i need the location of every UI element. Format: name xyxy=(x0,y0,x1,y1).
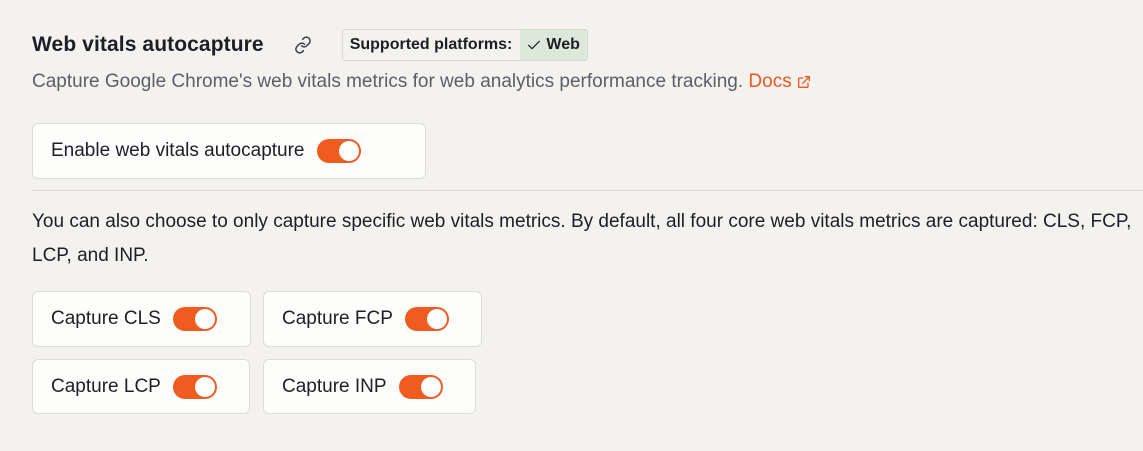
external-link-icon xyxy=(796,74,812,90)
section-divider xyxy=(32,190,1143,191)
metrics-helper-text: You can also choose to only capture spec… xyxy=(32,211,1132,266)
section-description: Capture Google Chrome's web vitals metri… xyxy=(32,71,812,93)
capture-cls-toggle[interactable] xyxy=(172,307,217,331)
section-title: Web vitals autocapture xyxy=(32,33,264,56)
toggle-knob xyxy=(194,376,215,397)
capture-inp-toggle[interactable] xyxy=(398,374,443,399)
capture-cls-card[interactable]: Capture CLS xyxy=(32,291,251,347)
enable-web-vitals-toggle[interactable] xyxy=(316,139,361,163)
docs-link[interactable]: Docs xyxy=(748,71,811,93)
capture-lcp-card[interactable]: Capture LCP xyxy=(32,359,250,414)
enable-web-vitals-label: Enable web vitals autocapture xyxy=(51,140,305,161)
capture-fcp-toggle[interactable] xyxy=(404,307,449,331)
capture-lcp-toggle[interactable] xyxy=(172,374,217,399)
docs-link-label: Docs xyxy=(748,71,792,92)
supported-platforms-label: Supported platforms: xyxy=(342,30,521,60)
toggle-knob xyxy=(420,376,441,397)
capture-fcp-card[interactable]: Capture FCP xyxy=(263,291,482,347)
toggle-knob xyxy=(338,141,359,161)
capture-cls-label: Capture CLS xyxy=(51,308,161,329)
description-text: Capture Google Chrome's web vitals metri… xyxy=(32,71,744,92)
link-icon[interactable] xyxy=(294,36,312,54)
enable-web-vitals-card[interactable]: Enable web vitals autocapture xyxy=(32,123,426,179)
supported-platforms-badge: Supported platforms: Web xyxy=(341,29,588,61)
capture-inp-card[interactable]: Capture INP xyxy=(263,359,476,414)
platform-web-label: Web xyxy=(546,36,580,53)
capture-fcp-label: Capture FCP xyxy=(282,308,393,329)
platform-web-tag: Web xyxy=(520,30,587,60)
section-header: Web vitals autocapture Supported platfor… xyxy=(32,29,588,61)
capture-lcp-label: Capture LCP xyxy=(51,375,161,397)
check-icon xyxy=(526,37,542,53)
capture-inp-label: Capture INP xyxy=(282,375,387,397)
toggle-knob xyxy=(194,309,215,329)
toggle-knob xyxy=(426,309,447,329)
